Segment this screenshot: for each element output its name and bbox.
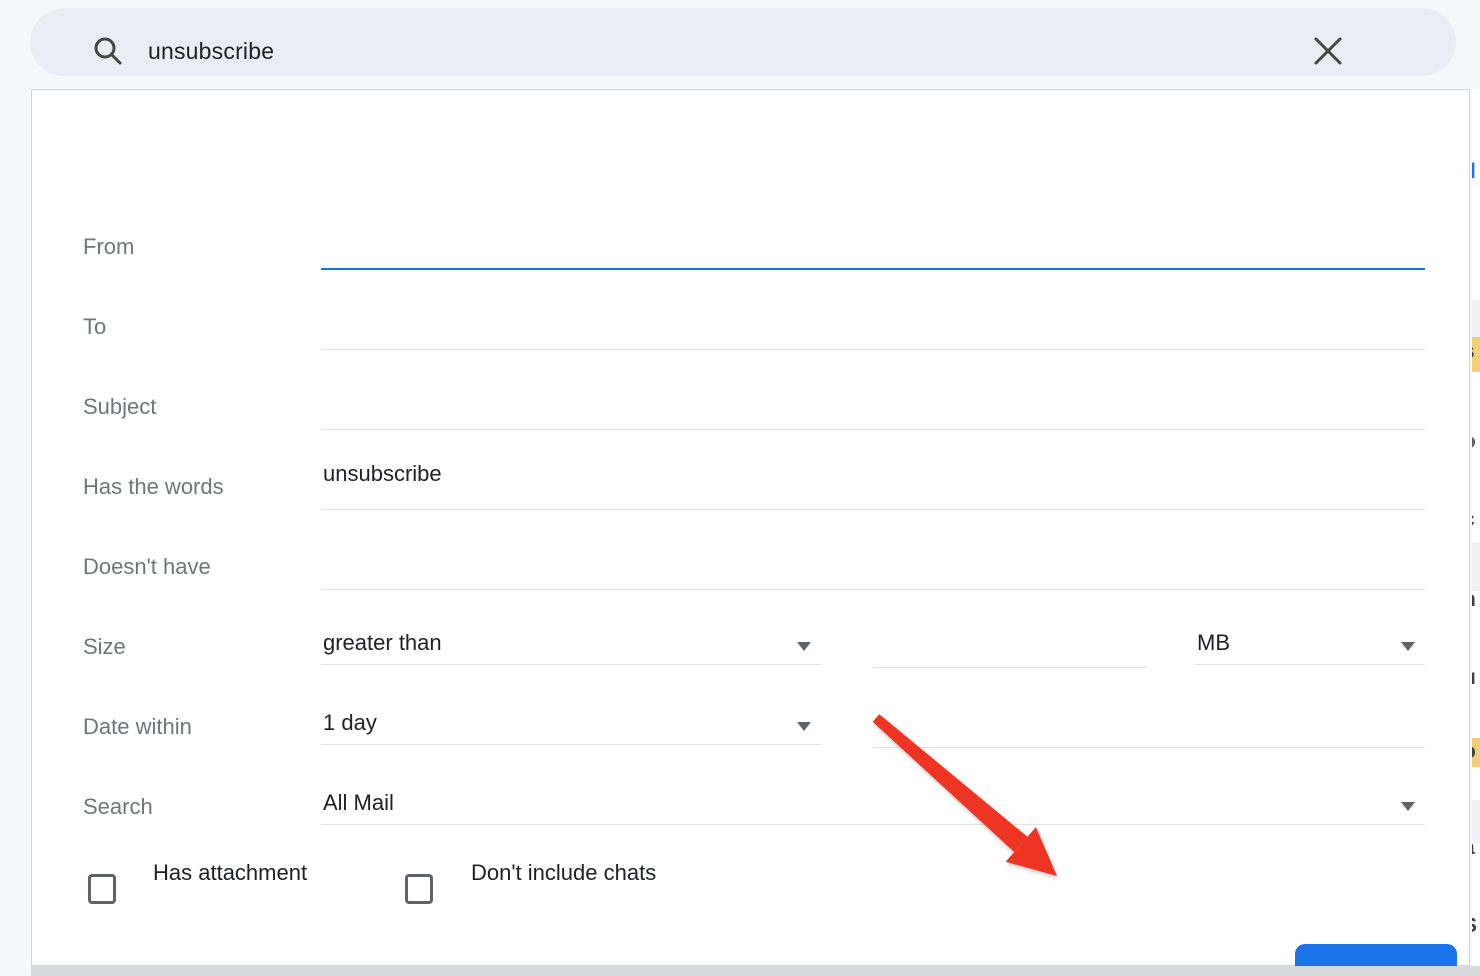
- text-fragment: u: [1472, 667, 1480, 689]
- subject-field[interactable]: [321, 364, 1425, 430]
- size-amount-field[interactable]: [873, 604, 1149, 668]
- size-operator-select[interactable]: greater than: [321, 630, 821, 665]
- date-within-select[interactable]: 1 day: [321, 710, 821, 745]
- has-attachment-checkbox[interactable]: [88, 874, 116, 904]
- text-fragment: d: [1472, 161, 1480, 183]
- size-unit-select[interactable]: MB: [1195, 630, 1425, 665]
- chevron-down-icon: [1401, 642, 1415, 651]
- to-field[interactable]: [321, 284, 1425, 350]
- date-within-value: 1 day: [323, 710, 377, 735]
- size-unit-value: MB: [1197, 630, 1230, 655]
- panel-bottom-shadow: [31, 966, 1480, 976]
- size-operator-value: greater than: [323, 630, 442, 655]
- to-label: To: [83, 312, 106, 342]
- text-fragment: o: [1472, 741, 1480, 763]
- text-fragment: s: [1472, 341, 1480, 363]
- subject-label: Subject: [83, 392, 156, 422]
- from-field[interactable]: [321, 204, 1425, 270]
- mail-row-band: [1472, 300, 1480, 337]
- dont-include-chats-label[interactable]: Don't include chats: [471, 858, 656, 888]
- clear-search-icon[interactable]: [1312, 35, 1344, 67]
- gmail-search-bar[interactable]: unsubscribe: [30, 8, 1456, 76]
- text-fragment: c: [1472, 509, 1480, 531]
- date-within-label: Date within: [83, 712, 192, 742]
- text-fragment: S: [1472, 915, 1480, 937]
- has-words-label: Has the words: [83, 472, 224, 502]
- date-icon-holder: [873, 710, 1425, 718]
- doesnt-have-field[interactable]: [321, 524, 1425, 590]
- search-filter-panel: From To Subject Has the words Doesn't ha…: [31, 89, 1470, 966]
- screen: unsubscribe From To Subject Has the word…: [0, 0, 1480, 976]
- search-scope-select[interactable]: All Mail: [321, 790, 1425, 825]
- has-attachment-label[interactable]: Has attachment: [153, 858, 307, 888]
- text-fragment: n: [1472, 589, 1480, 611]
- chevron-down-icon: [797, 642, 811, 651]
- doesnt-have-label: Doesn't have: [83, 552, 211, 582]
- chevron-down-icon: [797, 722, 811, 731]
- text-fragment: o: [1472, 431, 1480, 453]
- has-words-field[interactable]: [321, 444, 1425, 510]
- dont-include-chats-checkbox[interactable]: [405, 874, 433, 904]
- mail-row-band: [1472, 543, 1480, 591]
- from-label: From: [83, 232, 134, 262]
- text-fragment: a: [1472, 837, 1480, 859]
- search-icon[interactable]: [92, 35, 124, 67]
- search-scope-value: All Mail: [323, 790, 394, 815]
- search-input[interactable]: unsubscribe: [148, 35, 274, 67]
- background-mail-list-sliver: d s o c n u o a S: [1472, 89, 1480, 966]
- search-scope-label: Search: [83, 792, 153, 822]
- chevron-down-icon: [1401, 802, 1415, 811]
- size-label: Size: [83, 632, 126, 662]
